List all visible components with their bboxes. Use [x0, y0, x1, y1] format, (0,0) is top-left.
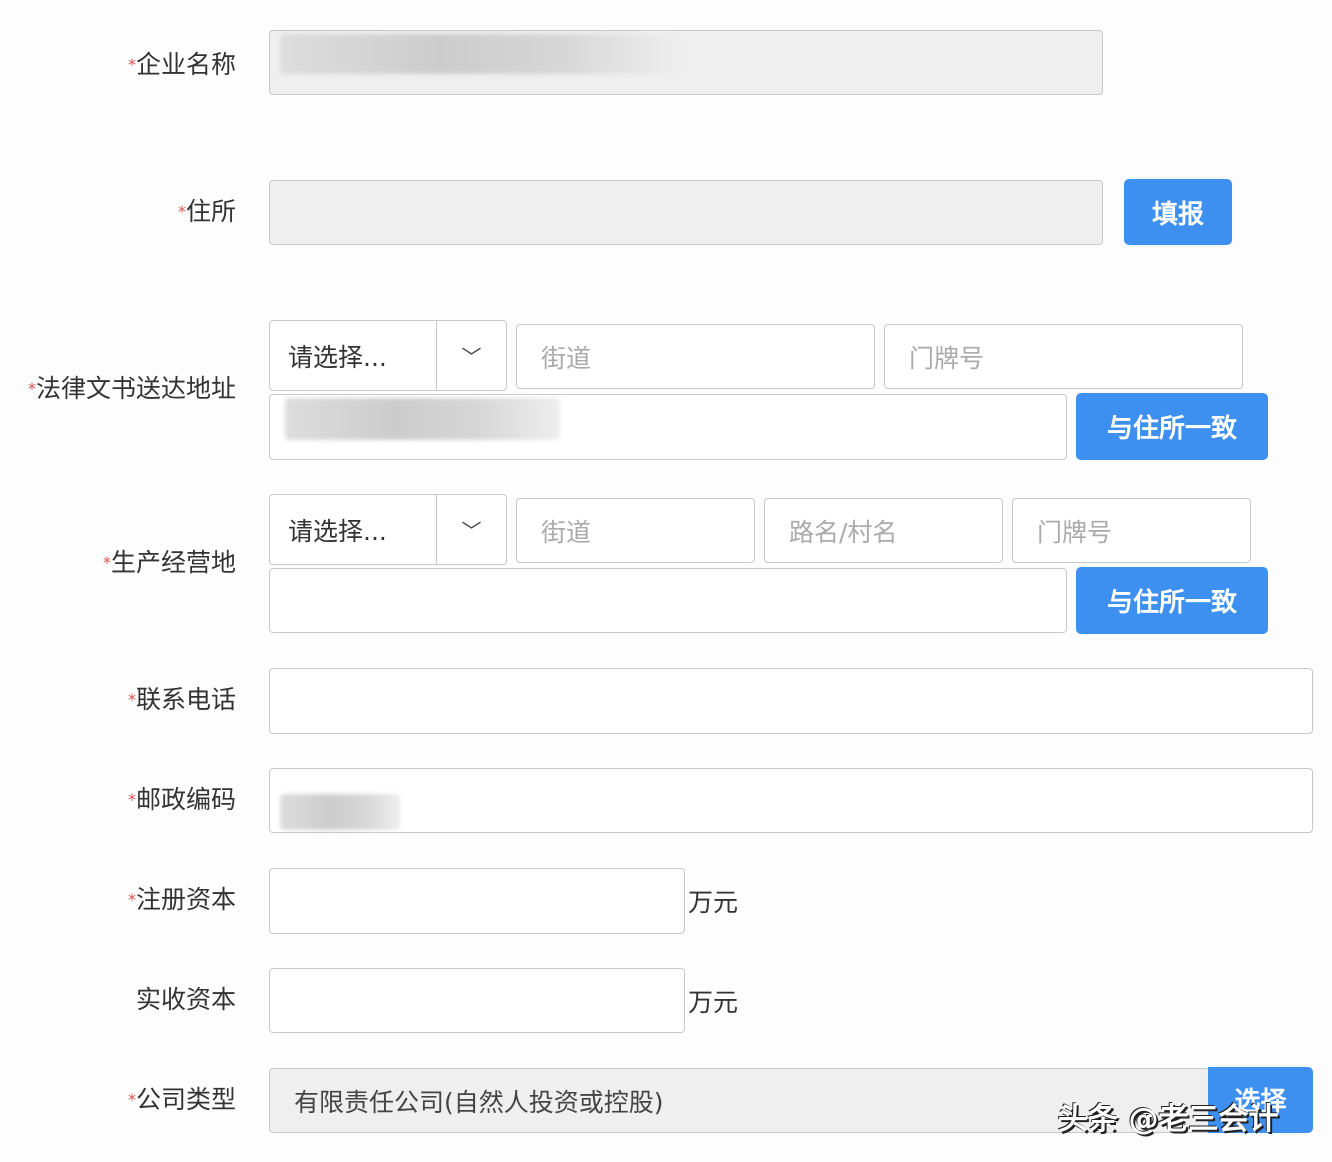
postcode-label: *邮政编码 [128, 785, 236, 815]
redacted-company-name [280, 34, 680, 74]
business-street-input[interactable]: 街道 [516, 498, 755, 563]
phone-label: *联系电话 [128, 685, 236, 715]
business-region-select[interactable]: 请选择...﹀ [269, 494, 507, 565]
registered-capital-unit: 万元 [688, 883, 738, 919]
business-same-as-domicile-button[interactable]: 与住所一致 [1076, 567, 1268, 634]
paid-capital-input[interactable] [269, 968, 685, 1033]
watermark: 头条 @老三会计 [1058, 1094, 1278, 1138]
chevron-down-icon: ﹀ [437, 321, 506, 390]
phone-input[interactable] [269, 668, 1313, 734]
business-number-input[interactable]: 门牌号 [1012, 498, 1251, 563]
business-address-label: *生产经营地 [103, 548, 236, 578]
paid-capital-label: 实收资本 [136, 985, 236, 1015]
domicile-label: *住所 [178, 197, 236, 227]
postcode-input[interactable] [269, 768, 1313, 833]
company-type-label: *公司类型 [128, 1085, 236, 1115]
company-name-label: *企业名称 [128, 50, 236, 80]
legal-street-input[interactable]: 街道 [516, 324, 875, 389]
legal-region-select[interactable]: 请选择...﹀ [269, 320, 507, 391]
legal-same-as-domicile-button[interactable]: 与住所一致 [1076, 393, 1268, 460]
chevron-down-icon: ﹀ [437, 495, 506, 564]
redacted-postcode [280, 794, 400, 830]
registered-capital-label: *注册资本 [128, 885, 236, 915]
legal-number-input[interactable]: 门牌号 [884, 324, 1243, 389]
legal-address-label: *法律文书送达地址 [28, 374, 236, 404]
business-detail-input[interactable] [269, 568, 1067, 633]
domicile-input[interactable] [269, 180, 1103, 245]
fill-in-button[interactable]: 填报 [1124, 179, 1232, 245]
business-road-input[interactable]: 路名/村名 [764, 498, 1003, 563]
paid-capital-unit: 万元 [688, 983, 738, 1019]
redacted-legal-address [285, 398, 560, 440]
registered-capital-input[interactable] [269, 868, 685, 934]
